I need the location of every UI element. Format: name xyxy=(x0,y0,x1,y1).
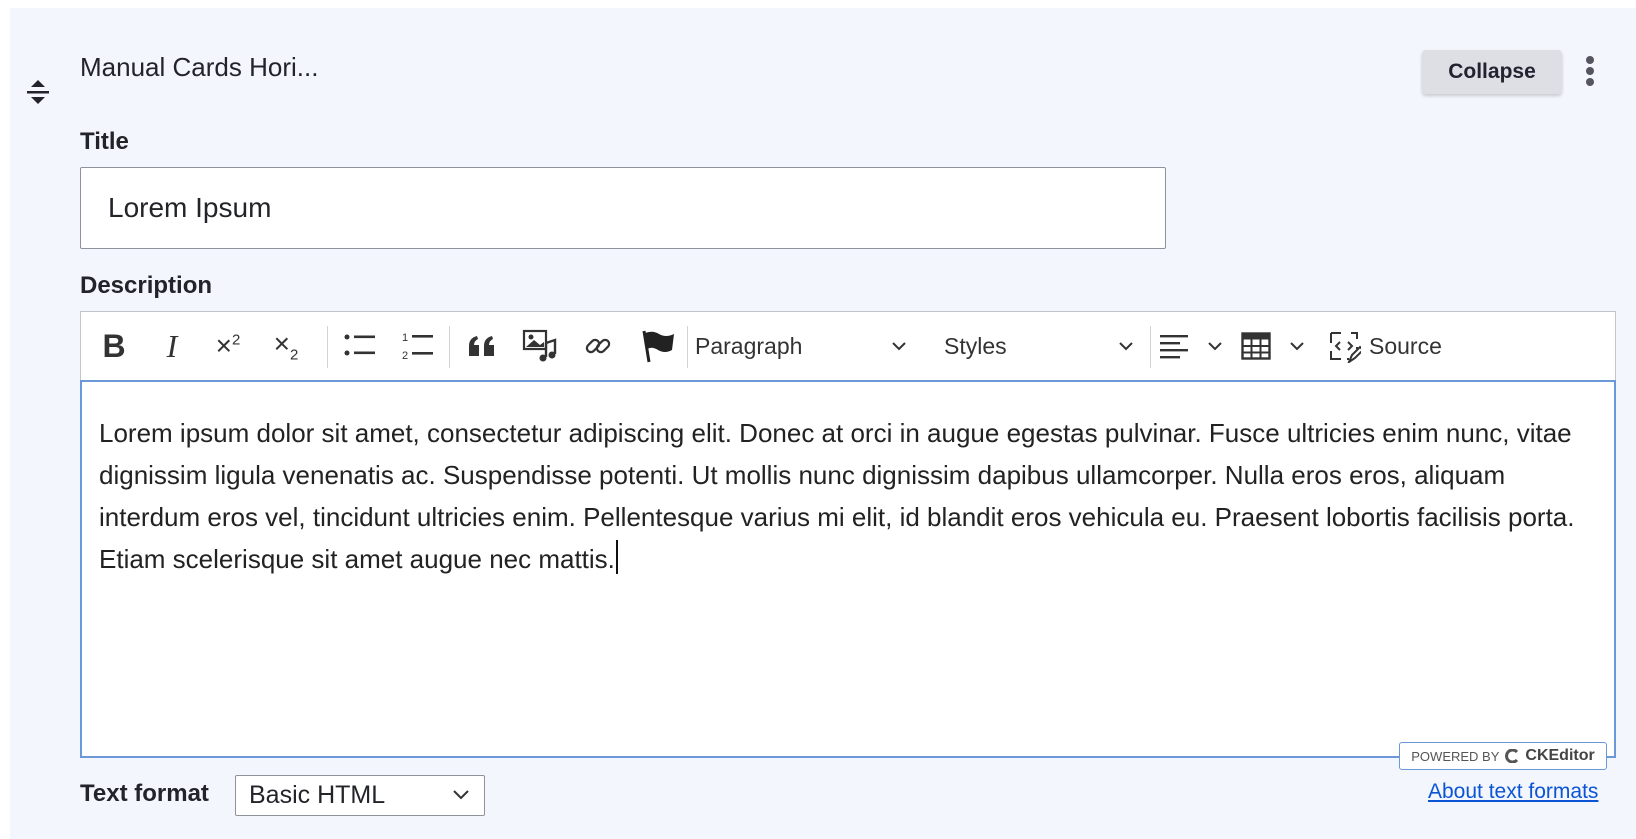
text-format-selected: Basic HTML xyxy=(249,781,386,809)
chevron-down-icon xyxy=(453,790,469,800)
numbered-list-icon[interactable]: 12 xyxy=(395,321,441,371)
align-icon xyxy=(1160,335,1188,359)
ckeditor-logo-icon xyxy=(1505,749,1519,763)
source-label: Source xyxy=(1369,332,1442,359)
more-actions-kebab-icon[interactable] xyxy=(1580,54,1600,90)
text-format-label: Text format xyxy=(80,780,209,807)
collapse-button[interactable]: Collapse xyxy=(1422,50,1562,94)
bold-icon[interactable]: B xyxy=(91,321,137,371)
table-dropdown[interactable] xyxy=(1241,321,1305,371)
blockquote-icon[interactable] xyxy=(459,321,505,371)
table-icon xyxy=(1241,332,1271,360)
italic-icon[interactable]: I xyxy=(149,321,195,371)
align-dropdown[interactable] xyxy=(1159,321,1223,371)
superscript-icon[interactable]: ×2 xyxy=(203,321,253,371)
powered-by-label: POWERED BY xyxy=(1411,748,1500,764)
styles-dropdown[interactable]: Styles xyxy=(944,321,1134,371)
bulleted-list-icon[interactable] xyxy=(337,321,383,371)
heading-dropdown-value: Paragraph xyxy=(695,332,803,359)
svg-text:2: 2 xyxy=(402,350,408,361)
editor-toolbar: B I ×2 ×2 12 Paragraph Styles Source xyxy=(80,311,1616,380)
text-caret xyxy=(615,540,618,574)
anchor-flag-icon[interactable] xyxy=(633,321,683,371)
editor-body-text: Lorem ipsum dolor sit amet, consectetur … xyxy=(99,418,1575,574)
heading-dropdown[interactable]: Paragraph xyxy=(695,321,907,371)
ckeditor-powered-by-badge[interactable]: POWERED BY CKEditor xyxy=(1399,742,1607,770)
ckeditor-brand: CKEditor xyxy=(1525,747,1595,764)
description-label: Description xyxy=(80,272,213,299)
chevron-down-icon xyxy=(1119,342,1133,351)
tabledrag-handle-icon[interactable] xyxy=(26,78,50,106)
paragraph-title: Manual Cards Hori... xyxy=(80,52,319,82)
svg-text:1: 1 xyxy=(402,332,408,344)
source-button[interactable]: Source xyxy=(1327,321,1457,371)
chevron-down-icon xyxy=(892,342,906,351)
source-icon xyxy=(1330,332,1361,363)
ckeditor: B I ×2 ×2 12 Paragraph Styles Source Lor… xyxy=(80,311,1616,758)
about-text-formats-link[interactable]: About text formats xyxy=(1428,780,1598,804)
text-format-select[interactable]: Basic HTML xyxy=(235,775,485,816)
title-input[interactable] xyxy=(80,167,1166,249)
insert-media-icon[interactable] xyxy=(517,321,563,371)
title-label: Title xyxy=(80,128,129,155)
subscript-icon[interactable]: ×2 xyxy=(261,321,311,371)
chevron-down-icon xyxy=(1290,342,1304,351)
chevron-down-icon xyxy=(1208,342,1222,351)
editor-content-area[interactable]: Lorem ipsum dolor sit amet, consectetur … xyxy=(80,380,1616,758)
styles-dropdown-value: Styles xyxy=(944,332,1007,359)
link-icon[interactable] xyxy=(575,321,621,371)
